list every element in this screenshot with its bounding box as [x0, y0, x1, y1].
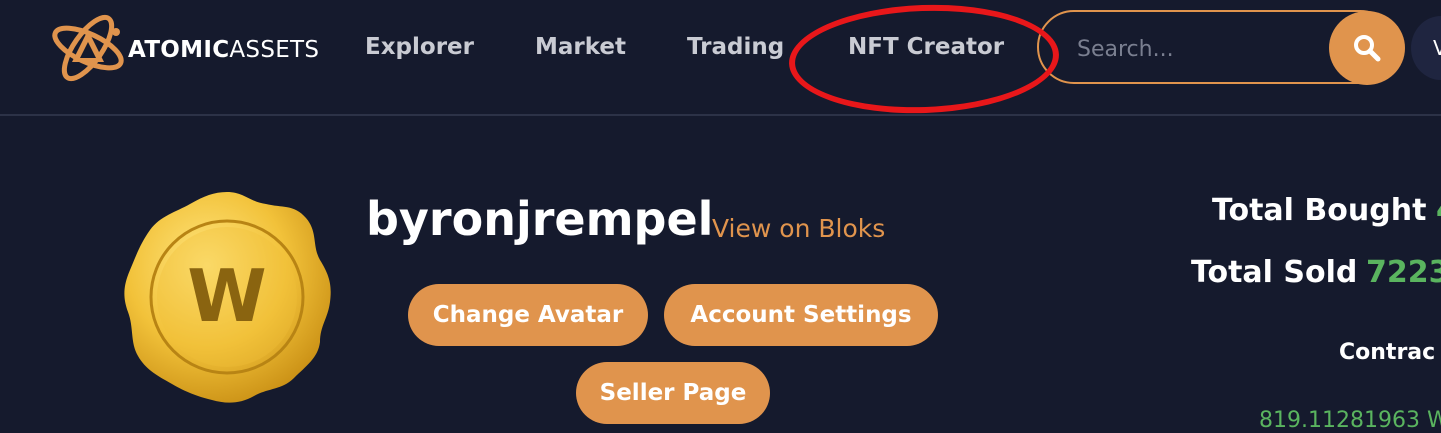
total-sold-label: Total Sold: [1191, 255, 1358, 290]
logo-text-light: ASSETS: [229, 37, 320, 63]
search-icon: [1354, 35, 1381, 62]
total-bought-value: 4: [1436, 193, 1441, 228]
contract-label: Contrac: [1339, 340, 1436, 365]
logo-text-bold: ATOMIC: [128, 37, 230, 63]
total-bought-label: Total Bought: [1212, 193, 1427, 228]
search-input[interactable]: [1075, 30, 1319, 68]
user-initial: V: [1433, 36, 1441, 60]
nav-explorer[interactable]: Explorer: [365, 34, 474, 60]
nav-nft-creator[interactable]: NFT Creator: [848, 34, 1004, 60]
atom-logo-icon: [52, 14, 124, 82]
nav-trading[interactable]: Trading: [687, 34, 784, 60]
user-menu-button[interactable]: V: [1411, 16, 1441, 80]
logo-wordmark: ATOMICASSETS: [128, 37, 319, 63]
avatar-letter: W: [187, 254, 266, 338]
search-button[interactable]: [1329, 11, 1405, 85]
total-sold-value: 7223: [1366, 255, 1441, 290]
nav-market[interactable]: Market: [535, 34, 626, 60]
view-on-bloks-link[interactable]: View on Bloks: [712, 214, 885, 243]
avatar[interactable]: W: [116, 186, 338, 408]
contract-value: 819.11281963 W: [1259, 408, 1441, 433]
change-avatar-button[interactable]: Change Avatar: [408, 284, 648, 346]
seller-page-button[interactable]: Seller Page: [576, 362, 770, 424]
top-navigation-bar: ATOMICASSETS Explorer Market Trading NFT…: [0, 0, 1441, 116]
username: byronjrempel: [366, 192, 714, 246]
account-settings-button[interactable]: Account Settings: [664, 284, 938, 346]
